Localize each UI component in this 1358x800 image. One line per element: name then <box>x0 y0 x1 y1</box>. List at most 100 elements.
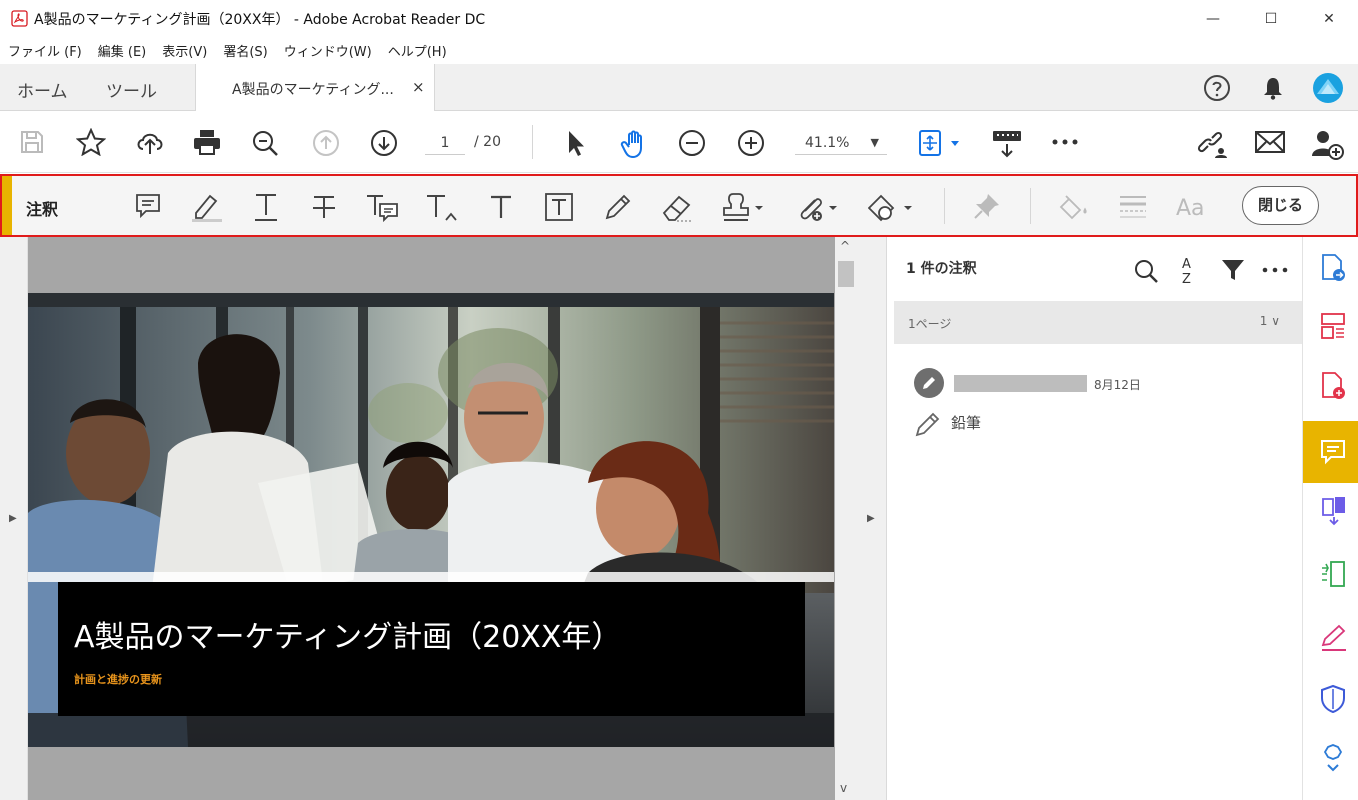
zoom-search-icon[interactable] <box>250 128 280 158</box>
more-tools-icon[interactable] <box>1051 137 1079 147</box>
search-comments-icon[interactable] <box>1132 257 1160 285</box>
save-icon[interactable] <box>18 128 46 156</box>
collapse-right-panel-icon[interactable]: ▶ <box>867 513 875 524</box>
pin-icon[interactable] <box>972 191 1002 221</box>
comment-toolbar-accent <box>2 176 12 235</box>
comment-type-label[interactable]: 鉛筆 <box>951 412 981 433</box>
title-bar: A製品のマーケティング計画（20XX年） - Adobe Acrobat Rea… <box>0 0 1358 37</box>
comment-page-group[interactable]: 1ページ 1 ∨ <box>894 301 1302 344</box>
protect-shield-icon[interactable] <box>1319 683 1347 715</box>
fill-color-icon[interactable] <box>1058 191 1092 223</box>
scroll-down-icon[interactable]: v <box>840 781 847 795</box>
comment-toolbar: 注釈 Aa 閉じる <box>0 174 1358 237</box>
hand-tool-icon[interactable] <box>619 128 651 160</box>
cloud-upload-icon[interactable] <box>134 128 166 156</box>
document-view[interactable]: A製品のマーケティング計画（20XX年） 計画と進捗の更新 <box>28 237 835 800</box>
more-options-icon[interactable] <box>1262 265 1288 275</box>
font-style-icon[interactable]: Aa <box>1174 191 1212 223</box>
next-page-icon[interactable] <box>369 128 399 158</box>
eraser-icon[interactable] <box>659 191 695 223</box>
comment-tool-icon[interactable] <box>1319 437 1347 467</box>
close-comment-toolbar-button[interactable]: 閉じる <box>1242 186 1319 225</box>
highlight-text-icon[interactable] <box>190 191 224 223</box>
menu-edit[interactable]: 編集 (E) <box>98 41 147 60</box>
combine-files-icon[interactable] <box>1319 495 1349 527</box>
select-arrow-icon[interactable] <box>564 128 588 158</box>
svg-text:Aa: Aa <box>1176 196 1205 221</box>
comment-page-count[interactable]: 1 ∨ <box>1260 314 1280 328</box>
tab-home[interactable]: ホーム <box>17 77 68 102</box>
scroll-up-icon[interactable]: ^ <box>840 239 850 253</box>
print-icon[interactable] <box>192 128 222 156</box>
sort-comments-icon[interactable]: A Z <box>1178 255 1200 287</box>
document-scrollbar[interactable]: ^ v <box>835 237 857 800</box>
expand-left-panel-icon[interactable]: ▶ <box>9 513 17 524</box>
tab-document[interactable]: A製品のマーケティング... × <box>195 64 435 112</box>
share-link-icon[interactable] <box>1194 128 1228 160</box>
pencil-badge-icon <box>923 377 935 389</box>
pdf-page[interactable]: A製品のマーケティング計画（20XX年） 計画と進捗の更新 <box>28 293 834 747</box>
right-panel-toggle-strip[interactable]: ▶ <box>857 237 887 800</box>
comment-toolbar-label: 注釈 <box>26 200 59 219</box>
left-panel-toggle-strip[interactable]: ▶ <box>0 237 28 800</box>
replace-text-icon[interactable] <box>364 191 400 223</box>
close-window-button[interactable]: ✕ <box>1300 0 1358 37</box>
close-tab-icon[interactable]: × <box>412 78 425 96</box>
window-title: A製品のマーケティング計画（20XX年） - Adobe Acrobat Rea… <box>34 11 486 28</box>
create-pdf-icon[interactable] <box>1319 371 1347 401</box>
sticky-note-icon[interactable] <box>134 191 162 219</box>
line-style-icon[interactable] <box>1117 191 1149 221</box>
filter-comments-icon[interactable] <box>1220 257 1246 283</box>
tab-tools[interactable]: ツール <box>106 77 157 102</box>
menu-file[interactable]: ファイル (F) <box>8 41 82 60</box>
menu-window[interactable]: ウィンドウ(W) <box>284 41 372 60</box>
strikethrough-text-icon[interactable] <box>309 191 339 223</box>
chevron-down-icon: ▼ <box>870 136 879 149</box>
comments-panel: 1 件の注釈 A Z 1ページ 1 ∨ 8月12日 鉛筆 <box>888 237 1302 800</box>
page-total: / 20 <box>474 134 501 150</box>
add-text-icon[interactable] <box>487 191 515 223</box>
page-number-input[interactable]: 1 <box>425 131 465 155</box>
comment-author-name-redacted <box>954 375 1087 392</box>
menu-help[interactable]: ヘルプ(H) <box>388 41 447 60</box>
comments-count-header: 1 件の注釈 <box>906 261 977 277</box>
stamp-icon[interactable] <box>720 191 766 225</box>
acrobat-icon <box>11 10 28 27</box>
mail-icon[interactable] <box>1254 128 1286 156</box>
zoom-out-icon[interactable] <box>677 128 707 158</box>
tab-document-label: A製品のマーケティング... <box>232 82 394 98</box>
underline-text-icon[interactable] <box>251 191 281 223</box>
scrollbar-thumb[interactable] <box>838 261 854 287</box>
add-user-icon[interactable] <box>1310 128 1344 160</box>
comment-date: 8月12日 <box>1094 378 1141 392</box>
edit-pdf-icon[interactable] <box>1319 743 1347 773</box>
previous-page-icon[interactable] <box>311 128 341 158</box>
bell-icon[interactable] <box>1260 75 1286 101</box>
attach-file-icon[interactable] <box>793 191 841 225</box>
main-toolbar: 1 / 20 41.1% ▼ <box>0 111 1358 173</box>
insert-text-icon[interactable] <box>424 191 460 225</box>
comment-page-label: 1ページ <box>908 317 952 331</box>
svg-text:A: A <box>1182 257 1191 272</box>
zoom-level-value: 41.1% <box>805 135 850 151</box>
zoom-in-icon[interactable] <box>736 128 766 158</box>
comment-toolbar-divider-2 <box>1030 188 1031 224</box>
fill-and-sign-icon[interactable] <box>1319 623 1349 653</box>
menu-sign[interactable]: 署名(S) <box>223 41 267 60</box>
pencil-icon[interactable] <box>602 191 634 223</box>
menu-view[interactable]: 表示(V) <box>162 41 207 60</box>
compress-pdf-icon[interactable] <box>1319 559 1347 589</box>
star-icon[interactable] <box>76 128 106 156</box>
help-icon[interactable] <box>1203 74 1231 102</box>
comment-author-avatar <box>914 368 944 398</box>
text-box-icon[interactable] <box>543 191 575 223</box>
minimize-button[interactable]: — <box>1184 0 1242 37</box>
page-fit-icon[interactable] <box>916 128 964 158</box>
keyboard-tool-icon[interactable] <box>990 128 1024 160</box>
profile-avatar-icon[interactable] <box>1312 72 1344 104</box>
organize-pages-icon[interactable] <box>1319 311 1347 341</box>
maximize-button[interactable]: ☐ <box>1242 0 1300 37</box>
zoom-level-select[interactable]: 41.1% ▼ <box>795 131 887 155</box>
export-pdf-icon[interactable] <box>1319 253 1347 283</box>
shape-tools-icon[interactable] <box>868 191 916 225</box>
